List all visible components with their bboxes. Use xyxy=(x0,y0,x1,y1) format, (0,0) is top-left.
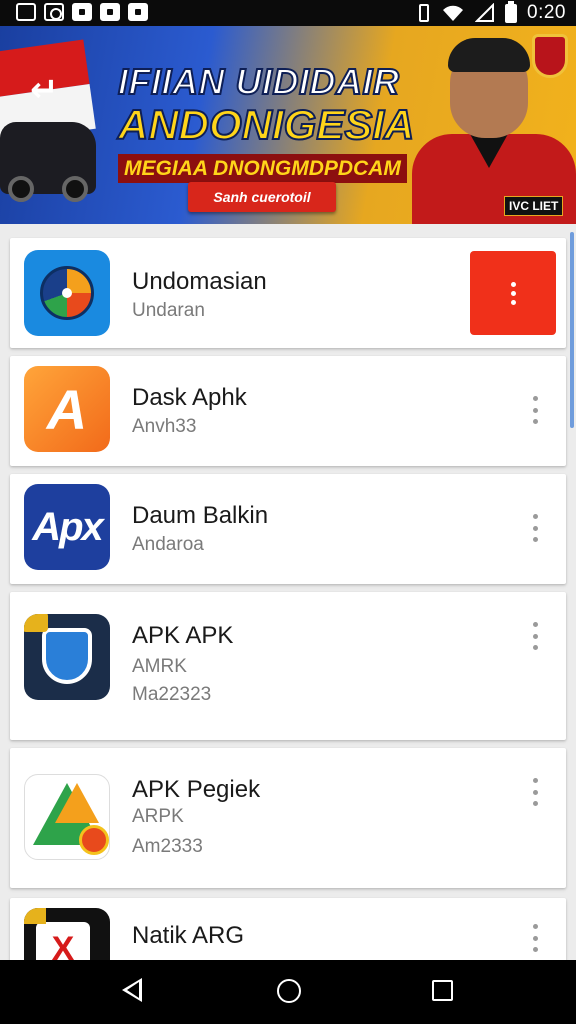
color-wheel-icon xyxy=(24,250,110,336)
back-arrow-icon[interactable]: ↵ xyxy=(30,70,59,110)
triangle-mascot-icon xyxy=(24,774,110,860)
app-subtitle: Anvh33 xyxy=(132,416,197,437)
apx-icon: Apx xyxy=(24,484,110,570)
banner-line-2: ANDONIGESIA xyxy=(117,101,415,148)
app-name: APK Pegiek xyxy=(132,776,261,803)
home-icon[interactable] xyxy=(277,979,301,1003)
more-options-button[interactable] xyxy=(530,514,540,542)
app-subtitle: ARPK xyxy=(132,806,184,827)
app-name: Natik ARG xyxy=(132,922,245,949)
promo-banner[interactable]: ↵ IFIIAN UIDIDAIR ANDONIGESIA MEGIAA DNO… xyxy=(0,26,576,224)
bag-icon xyxy=(128,3,148,21)
system-icons: 0:20 xyxy=(417,0,566,24)
bag-icon xyxy=(100,3,120,21)
wifi-icon xyxy=(443,5,464,21)
more-options-button[interactable] xyxy=(470,251,556,335)
clock: 0:20 xyxy=(527,2,566,23)
uniform-patch: IVC LIET xyxy=(504,196,564,216)
recents-icon[interactable] xyxy=(432,980,453,1001)
navigation-bar xyxy=(0,960,576,1024)
list-item[interactable]: Apx Daum Balkin Andaroa xyxy=(10,474,566,584)
banner-line-1: IFIIAN UIDIDAIR xyxy=(117,61,400,102)
banner-headline: IFIIAN UIDIDAIR ANDONIGESIA MEGIAA DNONG… xyxy=(117,61,438,183)
more-options-button[interactable] xyxy=(530,622,540,650)
app-version: Am2333 xyxy=(132,836,203,857)
list-item[interactable]: A Dask Aphk Anvh33 xyxy=(10,356,566,466)
gallery-icon xyxy=(16,3,36,21)
battery-icon xyxy=(505,0,518,23)
car-image xyxy=(0,122,96,202)
app-name: Daum Balkin xyxy=(132,502,269,529)
instagram-icon xyxy=(44,3,64,21)
app-subtitle: Andaroa xyxy=(132,534,204,555)
banner-line-3: MEGIAA DNONGMDPDCAM xyxy=(118,154,407,183)
app-name: APK APK xyxy=(132,622,234,649)
more-options-button[interactable] xyxy=(530,396,540,424)
more-options-button[interactable] xyxy=(530,924,540,952)
emblem-icon xyxy=(532,34,568,78)
file-icon xyxy=(72,3,92,21)
notification-icons xyxy=(16,3,148,21)
more-options-button[interactable] xyxy=(530,778,540,806)
app-name: Undomasian xyxy=(132,268,267,295)
back-icon[interactable] xyxy=(122,978,142,1002)
list-item[interactable]: Undomasian Undaran xyxy=(10,238,566,348)
app-version: Ma22323 xyxy=(132,684,212,705)
app-subtitle: Undaran xyxy=(132,300,205,321)
app-subtitle: AMRK xyxy=(132,656,187,677)
signal-icon xyxy=(475,3,495,22)
list-item[interactable]: APK APK AMRK Ma22323 xyxy=(10,592,566,740)
banner-cta-button[interactable]: Sanh cuerotoil xyxy=(188,182,336,212)
shield-icon xyxy=(24,614,110,700)
list-item[interactable]: APK Pegiek ARPK Am2333 xyxy=(10,748,566,888)
orange-a-icon: A xyxy=(24,366,110,452)
vibrate-icon xyxy=(419,4,430,22)
scrollbar[interactable] xyxy=(570,232,574,428)
status-bar: 0:20 xyxy=(0,0,576,26)
app-name: Dask Aphk xyxy=(132,384,247,411)
